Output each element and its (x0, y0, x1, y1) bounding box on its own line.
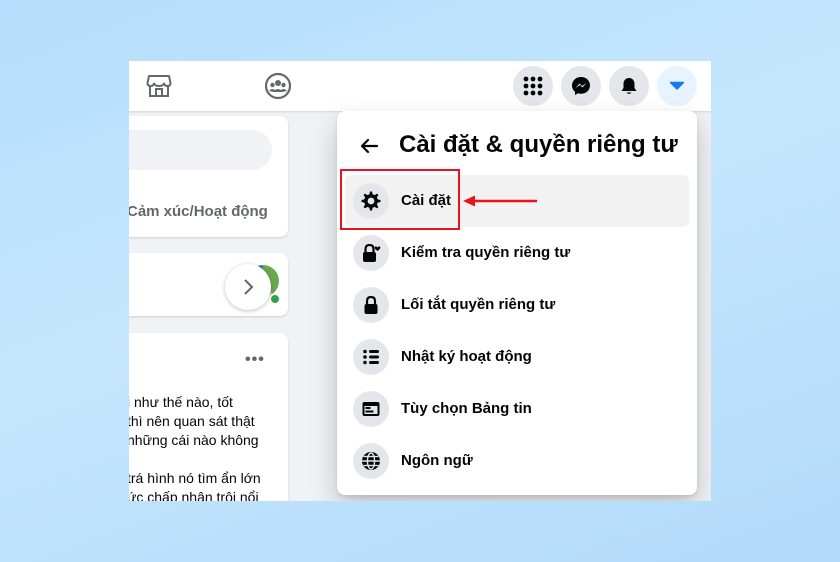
post-text-line: những cái nào không (129, 432, 259, 448)
feeling-activity-label[interactable]: Cảm xúc/Hoạt động (129, 203, 268, 220)
menu-item-label: Lối tắt quyền riêng tư (401, 296, 556, 313)
online-status-dot (269, 293, 281, 305)
facebook-screenshot: Cảm xúc/Hoạt động ••• i như thế nào, tốt… (129, 61, 711, 501)
bell-icon (621, 78, 637, 94)
chevron-right-icon (244, 279, 254, 295)
globe-icon (353, 443, 389, 479)
post-composer-card: Cảm xúc/Hoạt động (129, 116, 288, 237)
messenger-button[interactable] (561, 66, 601, 106)
messenger-icon (572, 77, 590, 95)
menu-item-label: Nhật ký hoạt động (401, 348, 532, 365)
post-text-line: trá hình nó tìm ẩn lớn (129, 470, 261, 486)
back-button[interactable] (355, 132, 383, 160)
post-text-line: i như thế nào, tốt (129, 394, 233, 410)
composer-input[interactable] (129, 130, 272, 170)
menu-item-label: Kiểm tra quyền riêng tư (401, 244, 571, 261)
notifications-button[interactable] (609, 66, 649, 106)
menu-title: Cài đặt & quyền riêng tư (399, 131, 678, 158)
next-story-button[interactable] (225, 264, 271, 310)
feed-post-card: ••• i như thế nào, tốt thì nên quan sát … (129, 333, 288, 501)
marketplace-icon[interactable] (141, 71, 177, 101)
groups-icon[interactable] (260, 71, 296, 101)
menu-item-language[interactable]: Ngôn ngữ (345, 435, 689, 487)
menu-item-privacy-checkup[interactable]: Kiểm tra quyền riêng tư (345, 227, 689, 279)
annotation-highlight-box (340, 169, 460, 230)
feed-icon (353, 391, 389, 427)
lock-icon (353, 287, 389, 323)
menu-grid-button[interactable] (513, 66, 553, 106)
grid-icon (523, 76, 543, 96)
caret-down-icon (669, 81, 685, 90)
menu-item-activity-log[interactable]: Nhật ký hoạt động (345, 331, 689, 383)
menu-item-label: Ngôn ngữ (401, 452, 473, 469)
stories-card (129, 253, 288, 316)
top-navigation-bar (129, 61, 711, 111)
list-icon (353, 339, 389, 375)
menu-item-privacy-shortcuts[interactable]: Lối tắt quyền riêng tư (345, 279, 689, 331)
post-text-line: ức chấp nhận trôi nổi (129, 489, 259, 501)
menu-item-label: Tùy chọn Bảng tin (401, 400, 532, 417)
account-menu-button[interactable] (657, 66, 697, 106)
back-arrow-icon (360, 138, 379, 154)
menu-header: Cài đặt & quyền riêng tư (337, 111, 697, 177)
lock-heart-icon (353, 235, 389, 271)
menu-item-feed-preferences[interactable]: Tùy chọn Bảng tin (345, 383, 689, 435)
annotation-arrow-icon (463, 195, 537, 207)
post-text-line: thì nên quan sát thật (129, 413, 255, 429)
more-options-icon[interactable]: ••• (245, 351, 265, 369)
